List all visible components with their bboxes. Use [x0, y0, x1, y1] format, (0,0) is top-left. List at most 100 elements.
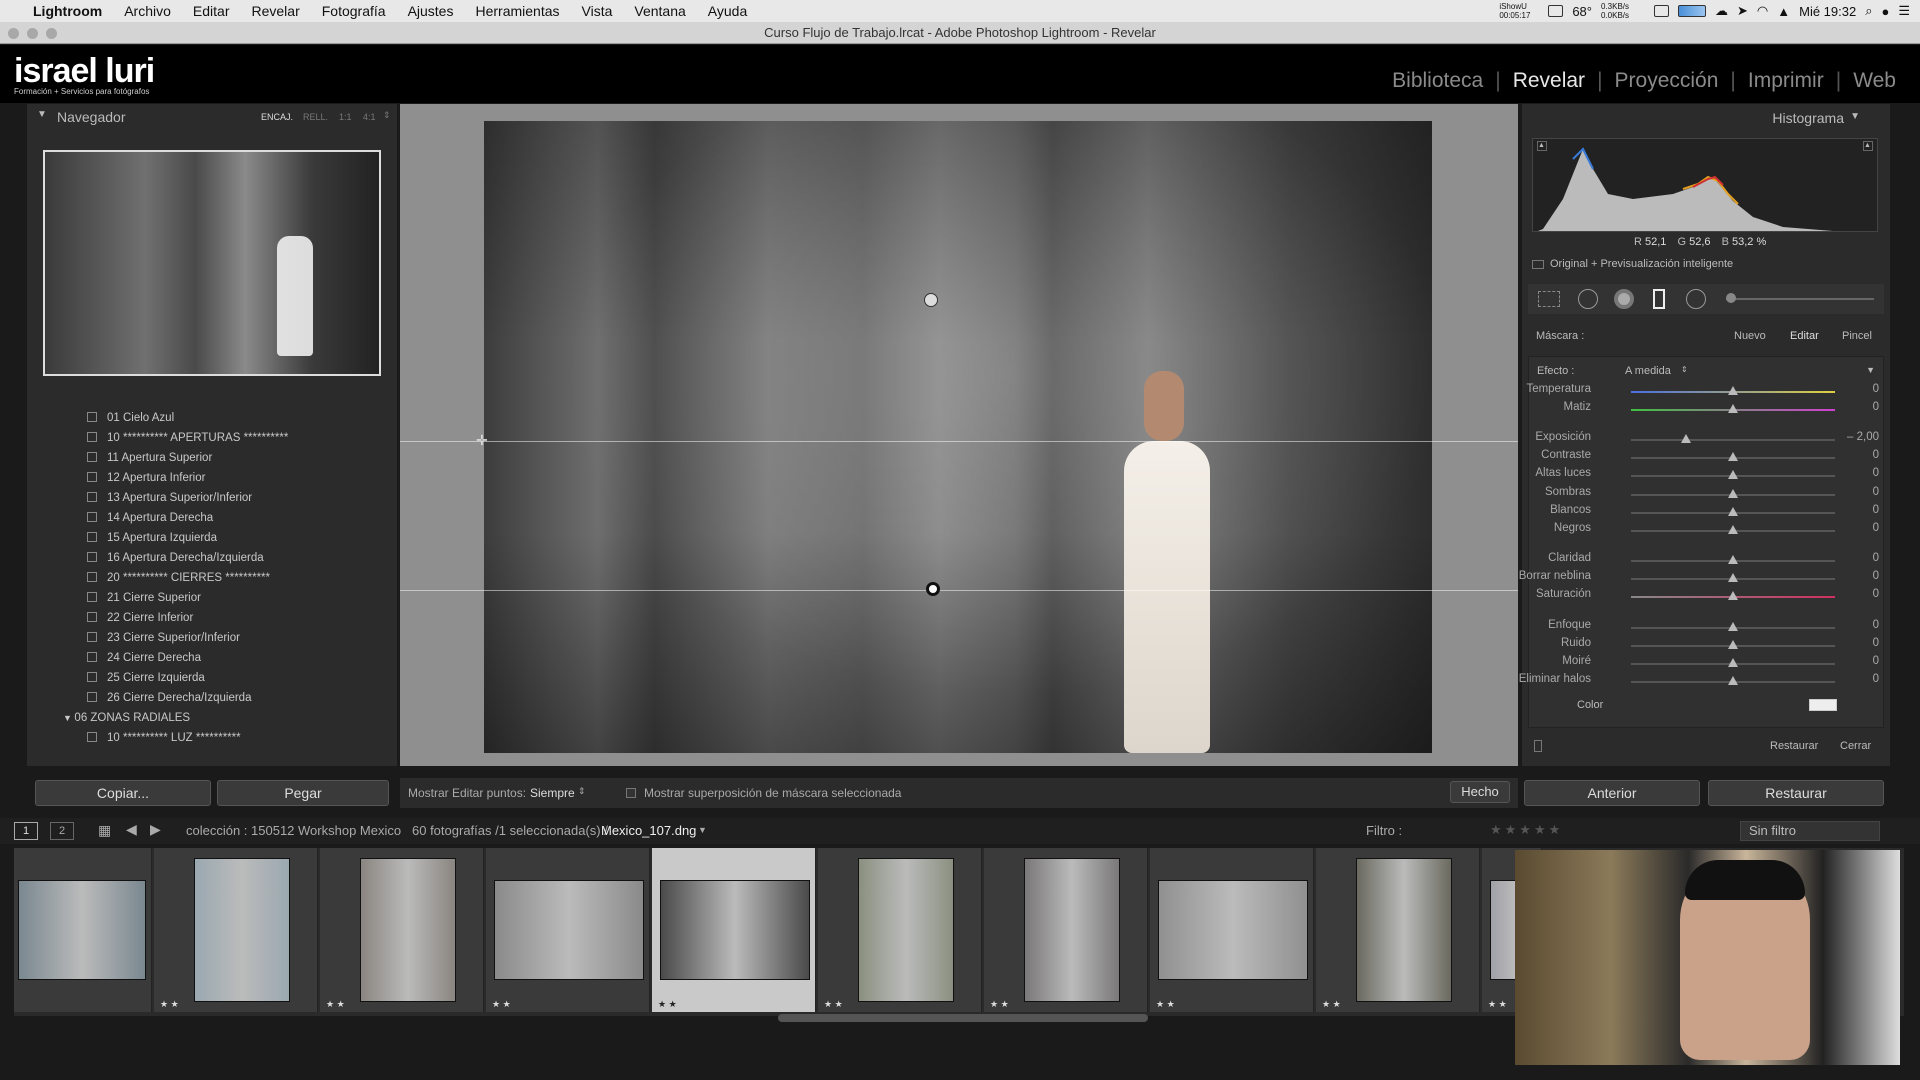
- preset-folder[interactable]: ▼ 06 ZONAS RADIALES: [63, 708, 190, 728]
- stats-icon[interactable]: [1653, 5, 1669, 17]
- siri-icon[interactable]: ●: [1881, 4, 1889, 19]
- slider-value[interactable]: 0: [1839, 522, 1879, 534]
- show-points-select[interactable]: Siempre: [530, 786, 575, 800]
- brush-size-track[interactable]: [1726, 298, 1874, 300]
- filmstrip-cell[interactable]: ★ ★: [818, 848, 982, 1012]
- window-2-button[interactable]: 2: [50, 822, 74, 840]
- filmstrip-thumbnail[interactable]: [1024, 858, 1120, 1002]
- spot-removal-icon[interactable]: [1578, 289, 1598, 309]
- menu-vista[interactable]: Vista: [571, 3, 624, 19]
- mask-edit[interactable]: Editar: [1790, 330, 1819, 342]
- slider-knob[interactable]: [1728, 591, 1738, 600]
- preset-item[interactable]: 15 Apertura Izquierda: [87, 528, 217, 548]
- grad-filter-pin-active[interactable]: [926, 582, 940, 596]
- preset-item[interactable]: 10 ********** APERTURAS **********: [87, 428, 288, 448]
- slider-knob[interactable]: [1728, 489, 1738, 498]
- preview-icon[interactable]: [1532, 260, 1544, 269]
- filmstrip-cell[interactable]: ★ ★: [652, 848, 816, 1012]
- module-web[interactable]: Web: [1853, 69, 1896, 93]
- preset-item[interactable]: 10 ********** LUZ **********: [87, 728, 241, 748]
- filmstrip-cell[interactable]: ★ ★: [154, 848, 318, 1012]
- slider-knob[interactable]: [1728, 622, 1738, 631]
- slider-knob[interactable]: [1681, 434, 1691, 443]
- close-window-button[interactable]: [8, 28, 19, 39]
- brush-size-knob[interactable]: [1726, 293, 1736, 303]
- folder-expand-icon[interactable]: ▼: [63, 713, 74, 723]
- effect-select[interactable]: A medida: [1625, 365, 1671, 377]
- paste-button[interactable]: Pegar: [217, 780, 389, 806]
- filmstrip-thumbnail[interactable]: [360, 858, 456, 1002]
- cpu-graph-icon[interactable]: [1677, 5, 1706, 17]
- filmstrip-thumbnail[interactable]: [18, 880, 146, 980]
- menu-archivo[interactable]: Archivo: [113, 3, 182, 19]
- main-photo[interactable]: [484, 121, 1432, 753]
- source-label[interactable]: colección : 150512 Workshop Mexico: [186, 823, 401, 838]
- preset-item[interactable]: 14 Apertura Derecha: [87, 508, 213, 528]
- histogram-collapse-icon[interactable]: ▼: [1850, 111, 1860, 122]
- clock[interactable]: Mié 19:32: [1799, 4, 1856, 19]
- previous-button[interactable]: Anterior: [1524, 780, 1700, 806]
- slider-knob[interactable]: [1728, 573, 1738, 582]
- filename[interactable]: Mexico_107.dng: [601, 823, 696, 838]
- wifi-icon[interactable]: ◠: [1757, 3, 1768, 19]
- slider-knob[interactable]: [1728, 676, 1738, 685]
- filmstrip-cell[interactable]: ★ ★: [486, 848, 650, 1012]
- slider-value[interactable]: 0: [1839, 383, 1879, 395]
- zoom-4-1[interactable]: 4:1: [363, 112, 376, 122]
- menu-ventana[interactable]: Ventana: [623, 3, 696, 19]
- slider-value[interactable]: 0: [1839, 449, 1879, 461]
- slider-knob[interactable]: [1728, 452, 1738, 461]
- temperature-readout[interactable]: 68°: [1572, 4, 1592, 19]
- preset-item[interactable]: 22 Cierre Inferior: [87, 608, 193, 628]
- zoom-1-1[interactable]: 1:1: [339, 112, 352, 122]
- filmstrip-cell[interactable]: ★ ★: [1150, 848, 1314, 1012]
- menu-ayuda[interactable]: Ayuda: [697, 3, 758, 19]
- slider-value[interactable]: 0: [1839, 401, 1879, 413]
- notification-center-icon[interactable]: ☰: [1898, 3, 1910, 19]
- filmstrip-thumbnail[interactable]: [858, 858, 954, 1002]
- navigator-preview[interactable]: [43, 150, 381, 376]
- preset-item[interactable]: 21 Cierre Superior: [87, 588, 201, 608]
- slider-value[interactable]: 0: [1839, 637, 1879, 649]
- window-1-button[interactable]: 1: [14, 822, 38, 840]
- slider-knob[interactable]: [1728, 507, 1738, 516]
- menu-herramientas[interactable]: Herramientas: [464, 3, 570, 19]
- slider-value[interactable]: 0: [1839, 552, 1879, 564]
- slider-knob[interactable]: [1728, 386, 1738, 395]
- slider-track[interactable]: [1631, 439, 1835, 441]
- filmstrip-cell[interactable]: ★ ★: [320, 848, 484, 1012]
- location-icon[interactable]: ➤: [1737, 3, 1748, 19]
- filmstrip-thumbnail[interactable]: [1158, 880, 1308, 980]
- overlay-checkbox[interactable]: [626, 788, 636, 798]
- highlight-clipping-icon[interactable]: ▲: [1863, 141, 1873, 151]
- preset-item[interactable]: 20 ********** CIERRES **********: [87, 568, 270, 588]
- grad-filter-top-line[interactable]: [400, 441, 1518, 442]
- app-menu[interactable]: Lightroom: [22, 3, 113, 19]
- menu-editar[interactable]: Editar: [182, 3, 241, 19]
- slider-knob[interactable]: [1728, 404, 1738, 413]
- slider-knob[interactable]: [1728, 555, 1738, 564]
- filmstrip-thumbnail[interactable]: [660, 880, 810, 980]
- back-arrow-icon[interactable]: ◀: [126, 821, 137, 838]
- battery-icon[interactable]: [1548, 5, 1564, 17]
- forward-arrow-icon[interactable]: ▶: [150, 821, 161, 838]
- filmstrip-cell[interactable]: ★ ★: [984, 848, 1148, 1012]
- slider-value[interactable]: 0: [1839, 467, 1879, 479]
- slider-value[interactable]: – 2,00: [1839, 431, 1879, 443]
- slider-value[interactable]: 0: [1839, 486, 1879, 498]
- slider-knob[interactable]: [1728, 525, 1738, 534]
- navigator-header[interactable]: ▼ Navegador ENCAJ. RELL. 1:1 4:1 ⇕: [27, 104, 397, 130]
- zoom-window-button[interactable]: [46, 28, 57, 39]
- slider-value[interactable]: 0: [1839, 570, 1879, 582]
- preset-item[interactable]: 16 Apertura Derecha/Izquierda: [87, 548, 264, 568]
- preset-item[interactable]: 11 Apertura Superior: [87, 448, 212, 468]
- preset-item[interactable]: 23 Cierre Superior/Inferior: [87, 628, 240, 648]
- grad-filter-bottom-line[interactable]: [400, 590, 1518, 591]
- reset-button[interactable]: Restaurar: [1708, 780, 1884, 806]
- module-imprimir[interactable]: Imprimir: [1748, 69, 1824, 93]
- shadow-clipping-icon[interactable]: ▲: [1537, 141, 1547, 151]
- module-revelar[interactable]: Revelar: [1513, 69, 1585, 93]
- spotlight-icon[interactable]: ⌕: [1865, 3, 1872, 19]
- filename-dropdown-icon[interactable]: ▼: [698, 825, 707, 835]
- panel-close[interactable]: Cerrar: [1840, 740, 1871, 752]
